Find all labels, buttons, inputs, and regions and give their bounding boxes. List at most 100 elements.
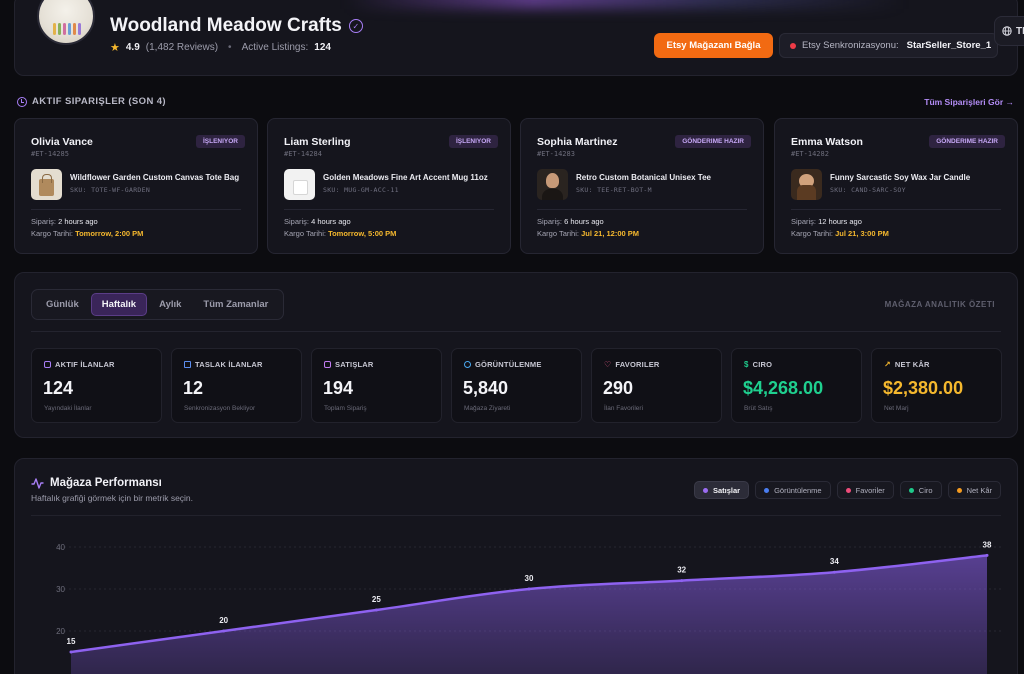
ship-date-label: Kargo Tarihi: — [284, 229, 326, 238]
ship-date-value: Jul 21, 3:00 PM — [835, 229, 889, 238]
stat-draft-listings: TASLAK İLANLAR 12 Senkronizasyon Bekliyo… — [171, 348, 302, 423]
period-tabs: Günlük Haftalık Aylık Tüm Zamanlar — [31, 289, 284, 320]
customer-name: Sophia Martinez — [537, 136, 618, 148]
product-name: Retro Custom Botanical Unisex Tee — [576, 173, 711, 182]
tab-weekly[interactable]: Haftalık — [90, 293, 148, 316]
store-header-card: Woodland Meadow Crafts ✓ ★ 4.9 (1,482 Re… — [14, 0, 1018, 76]
bag-icon — [324, 361, 331, 368]
data-point[interactable] — [985, 553, 989, 557]
meta-separator: • — [228, 42, 232, 53]
store-reviews: (1,482 Reviews) — [145, 42, 219, 53]
data-point[interactable] — [374, 608, 378, 612]
stat-sales: SATIŞLAR 194 Toplam Sipariş — [311, 348, 442, 423]
order-time-row: Sipariş: 12 hours ago — [791, 217, 862, 226]
globe-icon — [1002, 26, 1012, 36]
eye-icon — [464, 361, 471, 368]
sync-store-name: StarSeller_Store_1 — [906, 40, 992, 51]
ship-date-row: Kargo Tarihi: Tomorrow, 5:00 PM — [284, 229, 396, 238]
language-label: TR — [1016, 25, 1024, 37]
order-card[interactable]: Liam Sterling #ET-14284 İŞLENIYOR Golden… — [267, 118, 511, 254]
store-rating: 4.9 — [125, 42, 140, 53]
stat-value: $4,268.00 — [743, 378, 824, 398]
order-time-label: Sipariş: — [791, 217, 817, 226]
divider — [791, 209, 1001, 210]
stat-sub: Brüt Satış — [744, 405, 773, 412]
stat-active-listings: AKTIF İLANLAR 124 Yayındaki İlanlar — [31, 348, 162, 423]
stat-sub: Net Marj — [884, 405, 909, 412]
sync-status-dot-icon — [790, 42, 796, 49]
data-point[interactable] — [222, 629, 226, 633]
connect-etsy-button[interactable]: Etsy Mağazanı Bağla — [654, 33, 773, 58]
ship-date-row: Kargo Tarihi: Tomorrow, 2:00 PM — [31, 229, 143, 238]
stat-value: $2,380.00 — [883, 378, 964, 398]
data-point[interactable] — [680, 579, 684, 583]
data-label: 34 — [830, 557, 839, 566]
order-time-label: Sipariş: — [537, 217, 563, 226]
divider — [537, 209, 747, 210]
order-time-row: Sipariş: 6 hours ago — [537, 217, 604, 226]
stat-label: CIRO — [752, 360, 773, 369]
order-card[interactable]: Sophia Martinez #ET-14283 GÖNDERIME HAZI… — [520, 118, 764, 254]
product-sku: SKU: MUG-GM-ACC-11 — [323, 186, 399, 194]
status-badge: İŞLENIYOR — [448, 135, 498, 148]
product-thumbnail — [537, 169, 568, 200]
status-badge: GÖNDERIME HAZIR — [675, 135, 751, 148]
divider — [284, 209, 494, 210]
active-listings-label: Active Listings: — [241, 42, 309, 53]
etsy-sync-status[interactable]: Etsy Senkronizasyonu: StarSeller_Store_1 — [779, 33, 998, 58]
product-sku: SKU: TEE-RET-BOT-M — [576, 186, 652, 194]
order-time-value: 12 hours ago — [818, 217, 862, 226]
order-time-value: 4 hours ago — [311, 217, 351, 226]
stat-value: 194 — [323, 378, 354, 398]
stat-value: 290 — [603, 378, 634, 398]
language-button[interactable]: TR — [994, 16, 1024, 46]
store-meta: ★ 4.9 (1,482 Reviews) • Active Listings:… — [110, 41, 331, 54]
stat-label-row: SATIŞLAR — [324, 360, 374, 369]
stat-views: GÖRÜNTÜLENME 5,840 Mağaza Ziyareti — [451, 348, 582, 423]
stat-label-row: GÖRÜNTÜLENME — [464, 360, 542, 369]
ship-date-value: Jul 21, 12:00 PM — [581, 229, 640, 238]
ship-date-value: Tomorrow, 2:00 PM — [75, 229, 144, 238]
stat-label: NET KÂR — [894, 360, 930, 369]
stat-sub: Yayındaki İlanlar — [44, 405, 92, 412]
performance-card: Mağaza Performansı Haftalık grafiği görm… — [14, 458, 1018, 674]
analytics-card: Günlük Haftalık Aylık Tüm Zamanlar MAĞAZ… — [14, 272, 1018, 438]
stat-label: SATIŞLAR — [335, 360, 374, 369]
data-point[interactable] — [832, 570, 836, 574]
order-card[interactable]: Olivia Vance #ET-14285 İŞLENIYOR Wildflo… — [14, 118, 258, 254]
ship-date-row: Kargo Tarihi: Jul 21, 12:00 PM — [537, 229, 639, 238]
data-point[interactable] — [69, 650, 73, 654]
product-sku: SKU: CAND-SARC-SOY — [830, 186, 906, 194]
order-time-row: Sipariş: 2 hours ago — [31, 217, 98, 226]
stat-label-row: ♡ FAVORILER — [604, 360, 660, 369]
data-label: 32 — [677, 566, 686, 575]
box-icon — [44, 361, 51, 368]
ship-date-label: Kargo Tarihi: — [31, 229, 73, 238]
stat-sub: Mağaza Ziyareti — [464, 405, 511, 412]
dollar-icon: $ — [744, 360, 749, 369]
status-badge: GÖNDERIME HAZIR — [929, 135, 1005, 148]
store-name-row: Woodland Meadow Crafts ✓ — [110, 15, 363, 37]
document-icon — [184, 361, 191, 368]
tab-daily[interactable]: Günlük — [36, 293, 89, 316]
data-point[interactable] — [527, 587, 531, 591]
y-tick-label: 30 — [56, 585, 65, 594]
data-label: 25 — [372, 595, 381, 604]
stat-net-profit: ↗ NET KÂR $2,380.00 Net Marj — [871, 348, 1002, 423]
stat-label-row: AKTIF İLANLAR — [44, 360, 115, 369]
trend-up-icon: ↗ — [884, 360, 891, 369]
order-card[interactable]: Emma Watson #ET-14282 GÖNDERIME HAZIR Fu… — [774, 118, 1018, 254]
y-tick-label: 20 — [56, 627, 65, 636]
ship-date-label: Kargo Tarihi: — [537, 229, 579, 238]
performance-chart: 40302015202530323438 — [56, 540, 1003, 674]
active-listings-value: 124 — [314, 42, 331, 53]
status-badge: İŞLENIYOR — [195, 135, 245, 148]
tab-monthly[interactable]: Aylık — [149, 293, 191, 316]
product-name: Funny Sarcastic Soy Wax Jar Candle — [830, 173, 971, 182]
stat-value: 5,840 — [463, 378, 509, 398]
view-all-orders-link[interactable]: Tüm Siparişleri Gör → — [924, 97, 1014, 107]
active-orders-title: AKTIF SIPARIŞLER (SON 4) — [32, 96, 166, 107]
store-name: Woodland Meadow Crafts — [110, 15, 342, 36]
data-label: 20 — [219, 616, 228, 625]
tab-all-time[interactable]: Tüm Zamanlar — [193, 293, 278, 316]
